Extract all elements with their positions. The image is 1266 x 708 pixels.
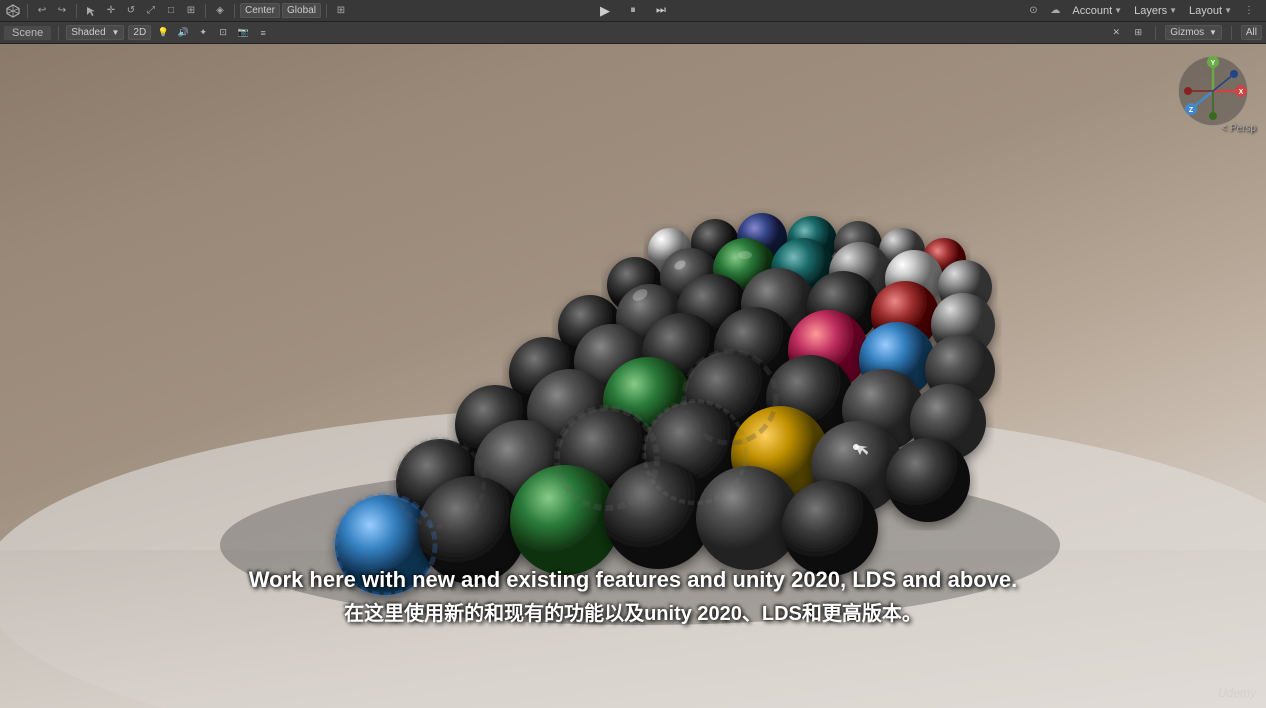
gizmos-dropdown[interactable]: Gizmos ▼ — [1165, 25, 1222, 40]
layout-label: Layout — [1189, 5, 1222, 17]
layout-dropdown[interactable]: Layout ▼ — [1185, 4, 1236, 18]
layout-arrow-icon: ▼ — [1224, 6, 1232, 15]
subtitle-chinese: 在这里使用新的和现有的功能以及unity 2020、LDS和更高版本。 — [80, 600, 1186, 628]
udemy-watermark: Udemy — [1218, 686, 1256, 700]
layers-dropdown[interactable]: Layers ▼ — [1130, 4, 1181, 18]
viewport-gizmo[interactable]: Y X Z < Persp — [1176, 54, 1256, 134]
custom-tool-icon[interactable]: ◈ — [211, 2, 229, 20]
scene-tab-label[interactable]: Scene — [4, 26, 51, 40]
grid-icon[interactable]: ⊞ — [332, 2, 350, 20]
all-button[interactable]: All — [1241, 25, 1262, 40]
grid-settings-icon[interactable]: ⊞ — [1130, 25, 1146, 41]
persp-label: < Persp — [1221, 123, 1256, 134]
scene-viewport[interactable]: Y X Z < Persp Work here with new and exi… — [0, 44, 1266, 708]
move-icon[interactable]: ✛ — [102, 2, 120, 20]
more-options-icon[interactable]: ⋮ — [1240, 2, 1258, 20]
account-dropdown[interactable]: Account ▼ — [1068, 4, 1126, 18]
play-button[interactable]: ▶ — [595, 1, 615, 21]
subtitle-english: Work here with new and existing features… — [80, 565, 1186, 596]
shading-dropdown[interactable]: Shaded ▼ — [66, 25, 124, 40]
separator-4 — [234, 4, 235, 18]
top-toolbar: ↩ ↪ ✛ ↺ ⤢ □ ⊞ ◈ Center Global ⊞ ▶ ⏸ ⏭ ⊙ … — [0, 0, 1266, 22]
gizmo-svg: Y X Z — [1176, 54, 1251, 129]
separator-3 — [205, 4, 206, 18]
shading-arrow: ▼ — [111, 28, 119, 37]
effects-icon[interactable]: ✦ — [195, 25, 211, 41]
camera-icon[interactable]: 📷 — [235, 25, 251, 41]
light-icon[interactable]: 💡 — [155, 25, 171, 41]
step-button[interactable]: ⏭ — [651, 1, 671, 21]
account-label: Account — [1072, 5, 1112, 17]
toolbar-left: ↩ ↪ ✛ ↺ ⤢ □ ⊞ ◈ Center Global ⊞ — [0, 2, 1024, 20]
view-mode-button[interactable]: 2D — [128, 25, 151, 40]
account-arrow-icon: ▼ — [1114, 6, 1122, 15]
undo-icon[interactable]: ↩ — [33, 2, 51, 20]
stats-icon[interactable]: ≡ — [255, 25, 271, 41]
select-icon[interactable] — [82, 2, 100, 20]
sep2 — [1155, 26, 1156, 40]
scene-toolbar-right: ✕ ⊞ Gizmos ▼ All — [1108, 25, 1262, 41]
rect-icon[interactable]: □ — [162, 2, 180, 20]
separator-2 — [76, 4, 77, 18]
center-button[interactable]: Center — [240, 3, 280, 18]
layers-arrow-icon: ▼ — [1169, 6, 1177, 15]
redo-icon[interactable]: ↪ — [53, 2, 71, 20]
close-viewport-icon[interactable]: ✕ — [1108, 25, 1124, 41]
separator-1 — [27, 4, 28, 18]
hidden-icon[interactable]: ⊡ — [215, 25, 231, 41]
transform-icon[interactable]: ⊞ — [182, 2, 200, 20]
gizmos-label: Gizmos — [1170, 27, 1204, 38]
sep — [58, 26, 59, 40]
shading-label: Shaded — [71, 27, 105, 38]
search-icon[interactable]: ⊙ — [1024, 2, 1042, 20]
play-controls: ▶ ⏸ ⏭ — [595, 1, 671, 21]
scene-toolbar: Scene Shaded ▼ 2D 💡 🔊 ✦ ⊡ 📷 ≡ ✕ ⊞ Gizmos… — [0, 22, 1266, 44]
sep3 — [1231, 26, 1232, 40]
subtitle-container: Work here with new and existing features… — [0, 565, 1266, 628]
cloud-icon[interactable]: ☁ — [1046, 2, 1064, 20]
rotate-icon[interactable]: ↺ — [122, 2, 140, 20]
pause-button[interactable]: ⏸ — [623, 1, 643, 21]
svg-text:X: X — [1239, 89, 1244, 96]
svg-text:Y: Y — [1211, 60, 1216, 67]
scale-icon[interactable]: ⤢ — [142, 2, 160, 20]
global-button[interactable]: Global — [282, 3, 321, 18]
toolbar-right: ⊙ ☁ Account ▼ Layers ▼ Layout ▼ ⋮ — [1024, 2, 1266, 20]
layers-label: Layers — [1134, 5, 1167, 17]
gizmos-arrow: ▼ — [1209, 28, 1217, 37]
unity-logo-icon[interactable] — [4, 2, 22, 20]
separator-5 — [326, 4, 327, 18]
audio-icon[interactable]: 🔊 — [175, 25, 191, 41]
svg-text:Z: Z — [1189, 107, 1194, 114]
